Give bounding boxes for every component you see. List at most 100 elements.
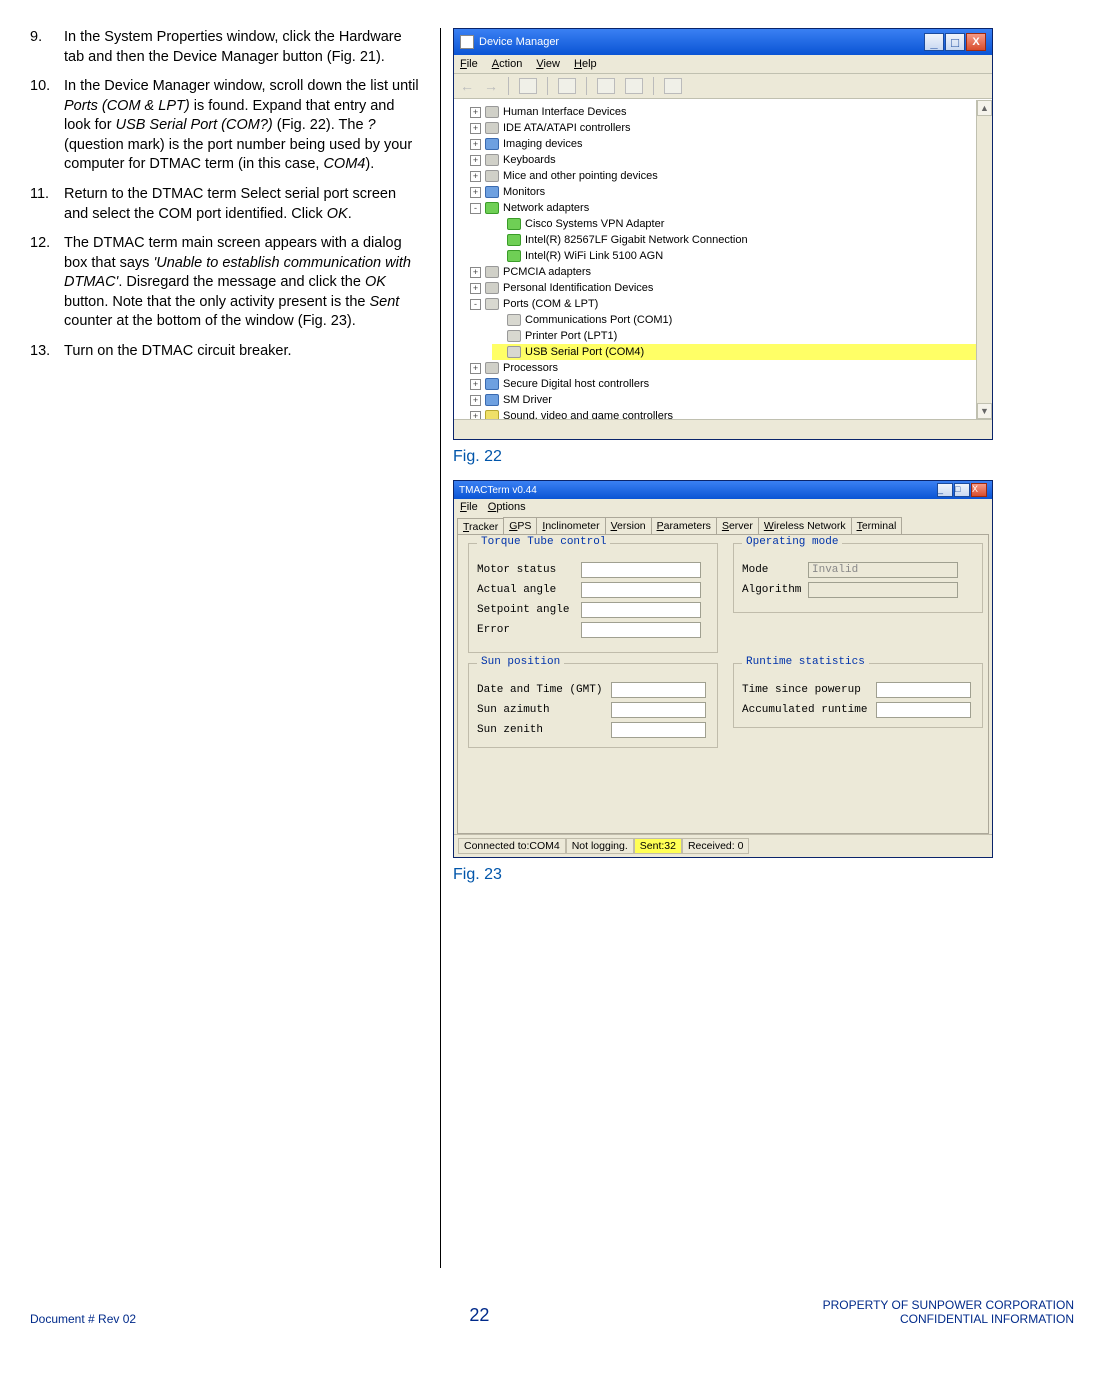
field-value[interactable] xyxy=(581,562,701,578)
node-label: Ports (COM & LPT) xyxy=(503,298,598,310)
expand-icon[interactable]: + xyxy=(470,171,481,182)
expand-icon[interactable]: + xyxy=(470,411,481,420)
node-label: Sound, video and game controllers xyxy=(503,410,673,419)
field-value[interactable] xyxy=(611,702,706,718)
tree-node[interactable]: +Keyboards xyxy=(470,152,992,168)
tree-node[interactable]: Printer Port (LPT1) xyxy=(492,328,992,344)
expand-icon[interactable]: + xyxy=(470,123,481,134)
step-text: Return to the DTMAC term Select serial p… xyxy=(64,185,420,224)
tab-terminal[interactable]: Terminal xyxy=(851,517,903,534)
tree-node[interactable]: -Network adapters xyxy=(470,200,992,216)
minimize-button[interactable]: _ xyxy=(924,33,944,51)
close-button[interactable]: X xyxy=(971,483,987,497)
field-value[interactable] xyxy=(611,682,706,698)
toolbar-icon[interactable] xyxy=(664,78,682,94)
tree-node[interactable]: Cisco Systems VPN Adapter xyxy=(492,216,992,232)
expand-icon[interactable]: + xyxy=(470,395,481,406)
node-label: Imaging devices xyxy=(503,138,583,150)
tm-titlebar[interactable]: TMACTerm v0.44 _ □ X xyxy=(454,481,992,499)
tree-node[interactable]: +IDE ATA/ATAPI controllers xyxy=(470,120,992,136)
device-manager-window: Device Manager _ □ X FileActionViewHelp … xyxy=(453,28,993,440)
maximize-button[interactable]: □ xyxy=(954,483,970,497)
device-icon xyxy=(485,202,499,214)
expand-icon[interactable]: + xyxy=(470,155,481,166)
scrollbar[interactable]: ▲ ▼ xyxy=(976,100,992,419)
toolbar-icon[interactable] xyxy=(625,78,643,94)
tab-tracker[interactable]: Tracker xyxy=(457,518,504,535)
field-label: Date and Time (GMT) xyxy=(477,684,607,696)
tab-gps[interactable]: GPS xyxy=(503,517,537,534)
device-icon xyxy=(485,362,499,374)
tree-node[interactable]: USB Serial Port (COM4) xyxy=(492,344,992,360)
menu-item[interactable]: Action xyxy=(492,58,523,70)
tab-wireless-network[interactable]: Wireless Network xyxy=(758,517,852,534)
mode-dropdown[interactable]: Invalid xyxy=(808,562,958,578)
tree-node[interactable]: + Imaging devices xyxy=(470,136,992,152)
menu-item[interactable]: Help xyxy=(574,58,597,70)
expand-icon[interactable]: + xyxy=(470,267,481,278)
group-legend: Runtime statistics xyxy=(742,656,869,668)
expand-icon[interactable]: - xyxy=(470,203,481,214)
field-label: Actual angle xyxy=(477,584,577,596)
tab-inclinometer[interactable]: Inclinometer xyxy=(536,517,605,534)
field-value[interactable] xyxy=(581,582,701,598)
status-connection: Connected to:COM4 xyxy=(458,838,566,854)
tree-node[interactable]: + Monitors xyxy=(470,184,992,200)
tab-parameters[interactable]: Parameters xyxy=(651,517,717,534)
step-number: 9. xyxy=(30,28,64,67)
field-value[interactable] xyxy=(876,682,971,698)
tracker-panel: Torque Tube control Motor statusActual a… xyxy=(457,534,989,834)
device-icon xyxy=(507,314,521,326)
menu-item[interactable]: File xyxy=(460,501,478,513)
node-label: Monitors xyxy=(503,186,545,198)
instruction-column: 9.In the System Properties window, click… xyxy=(30,28,420,1268)
node-label: Printer Port (LPT1) xyxy=(525,330,617,342)
dm-titlebar[interactable]: Device Manager _ □ X xyxy=(454,29,992,55)
tree-node[interactable]: +Mice and other pointing devices xyxy=(470,168,992,184)
tree-node[interactable]: +SM Driver xyxy=(470,392,992,408)
tree-node[interactable]: +PCMCIA adapters xyxy=(470,264,992,280)
field-value[interactable] xyxy=(876,702,971,718)
tree-node[interactable]: + Sound, video and game controllers xyxy=(470,408,992,419)
expand-icon[interactable]: + xyxy=(470,139,481,150)
menu-item[interactable]: Options xyxy=(488,501,526,513)
node-label: Secure Digital host controllers xyxy=(503,378,649,390)
toolbar-icon[interactable] xyxy=(558,78,576,94)
tree-node[interactable]: + Secure Digital host controllers xyxy=(470,376,992,392)
tree-node[interactable]: - Ports (COM & LPT) xyxy=(470,296,992,312)
expand-icon[interactable]: + xyxy=(470,107,481,118)
expand-icon[interactable]: - xyxy=(470,299,481,310)
tree-node[interactable]: Intel(R) 82567LF Gigabit Network Connect… xyxy=(492,232,992,248)
tree-node[interactable]: Communications Port (COM1) xyxy=(492,312,992,328)
expand-icon[interactable]: + xyxy=(470,187,481,198)
field-value[interactable] xyxy=(581,622,701,638)
algorithm-dropdown[interactable] xyxy=(808,582,958,598)
device-icon xyxy=(507,234,521,246)
minimize-button[interactable]: _ xyxy=(937,483,953,497)
expand-icon[interactable]: + xyxy=(470,363,481,374)
device-tree[interactable]: +Human Interface Devices+IDE ATA/ATAPI c… xyxy=(460,104,992,419)
device-icon xyxy=(507,250,521,262)
dm-menubar: File Action View Help xyxy=(454,55,992,74)
tree-node[interactable]: Intel(R) WiFi Link 5100 AGN xyxy=(492,248,992,264)
maximize-button[interactable]: □ xyxy=(945,33,965,51)
tree-node[interactable]: +Processors xyxy=(470,360,992,376)
expand-icon[interactable]: + xyxy=(470,283,481,294)
group-sun-position: Sun position Date and Time (GMT)Sun azim… xyxy=(468,663,718,748)
tree-node[interactable]: +Human Interface Devices xyxy=(470,104,992,120)
tab-server[interactable]: Server xyxy=(716,517,759,534)
close-button[interactable]: X xyxy=(966,33,986,51)
forward-icon[interactable]: → xyxy=(484,78,498,94)
tab-version[interactable]: Version xyxy=(605,517,652,534)
back-icon[interactable]: ← xyxy=(460,78,474,94)
expand-icon[interactable]: + xyxy=(470,379,481,390)
step-text: In the Device Manager window, scroll dow… xyxy=(64,77,420,175)
node-label: USB Serial Port (COM4) xyxy=(525,346,644,358)
tree-node[interactable]: +Personal Identification Devices xyxy=(470,280,992,296)
field-value[interactable] xyxy=(581,602,701,618)
toolbar-icon[interactable] xyxy=(597,78,615,94)
toolbar-icon[interactable] xyxy=(519,78,537,94)
field-value[interactable] xyxy=(611,722,706,738)
menu-item[interactable]: File xyxy=(460,58,478,70)
menu-item[interactable]: View xyxy=(536,58,560,70)
